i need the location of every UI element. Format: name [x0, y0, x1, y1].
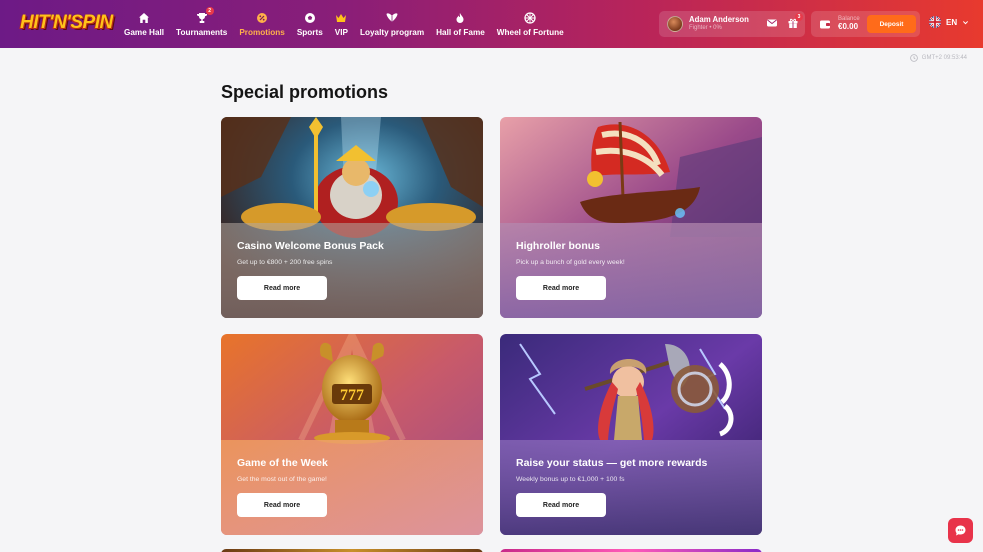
nav-item-loyalty[interactable]: Loyalty program: [354, 0, 430, 48]
promo-card-game-of-week[interactable]: 777 Game of the Week Get the most out of…: [221, 334, 483, 535]
promo-card-welcome[interactable]: Casino Welcome Bonus Pack Get up to €800…: [221, 117, 483, 318]
promo-title: Raise your status — get more rewards: [516, 457, 708, 469]
nav-item-sports[interactable]: Sports: [291, 0, 329, 48]
wallet-icon: [818, 18, 831, 31]
promo-card-raise-status[interactable]: Raise your status — get more rewards Wee…: [500, 334, 762, 535]
ball-icon: [304, 11, 316, 25]
user-profile[interactable]: Adam Anderson Fighter • 0% 3: [659, 11, 805, 37]
home-icon: [138, 11, 150, 25]
promo-title: Game of the Week: [237, 457, 328, 469]
live-chat-button[interactable]: [948, 518, 973, 543]
read-more-button[interactable]: Read more: [237, 276, 327, 300]
language-code: EN: [946, 17, 958, 27]
nav-label: Loyalty program: [359, 28, 425, 37]
promo-subtitle: Weekly bonus up to €1,000 + 100 fs: [516, 476, 625, 483]
nav-label: Tournaments: [176, 28, 228, 37]
nav-label: Promotions: [239, 28, 285, 37]
trophy-icon: 2: [196, 7, 214, 25]
user-rank: Fighter • 0%: [689, 25, 722, 32]
promo-title: Highroller bonus: [516, 240, 600, 252]
nav-item-promotions[interactable]: Promotions: [233, 0, 291, 48]
read-more-button[interactable]: Read more: [516, 493, 606, 517]
nav-label: Wheel of Fortune: [496, 28, 564, 37]
nav-label: VIP: [334, 28, 348, 37]
top-header: HIT'N'SPIN Game Hall 2 Tournaments Promo…: [0, 0, 983, 48]
svg-text:777: 777: [340, 387, 364, 404]
page-title: Special promotions: [221, 82, 389, 102]
gift-icon[interactable]: 3: [786, 13, 803, 30]
promo-icon: [256, 11, 268, 25]
chevron-down-icon: [962, 19, 969, 26]
server-clock: GMT+2 09:53:44: [909, 54, 967, 62]
avatar[interactable]: [667, 16, 683, 32]
balance-widget: Balance €0.00 Deposit: [811, 11, 920, 37]
user-name: Adam Anderson: [689, 15, 749, 25]
chat-icon: [955, 525, 966, 536]
promo-subtitle: Pick up a bunch of gold every week!: [516, 259, 625, 266]
promo-title: Casino Welcome Bonus Pack: [237, 240, 384, 252]
wheel-icon: [524, 11, 536, 25]
nav-label: Game Hall: [124, 28, 165, 37]
nav-item-game-hall[interactable]: Game Hall: [118, 0, 170, 48]
clock-text: GMT+2 09:53:44: [921, 55, 967, 61]
promo-subtitle: Get the most out of the game!: [237, 476, 327, 483]
nav-item-wheel-of-fortune[interactable]: Wheel of Fortune: [491, 0, 570, 48]
deposit-button[interactable]: Deposit: [867, 15, 916, 33]
clock-icon: [909, 54, 918, 62]
nav-item-tournaments[interactable]: 2 Tournaments: [170, 0, 233, 48]
read-more-button[interactable]: Read more: [516, 276, 606, 300]
nav-item-hall-of-fame[interactable]: Hall of Fame: [430, 0, 491, 48]
promo-subtitle: Get up to €800 + 200 free spins: [237, 259, 333, 266]
gift-badge: 3: [795, 13, 803, 21]
site-logo[interactable]: HIT'N'SPIN: [20, 10, 113, 36]
nav-label: Hall of Fame: [436, 28, 485, 37]
nav-label: Sports: [296, 28, 323, 37]
flame-icon: [454, 11, 466, 25]
uk-flag-icon: [929, 16, 941, 28]
language-selector[interactable]: EN: [929, 16, 969, 28]
mail-icon[interactable]: [765, 16, 778, 30]
nav-item-vip[interactable]: VIP: [329, 0, 354, 48]
read-more-button[interactable]: Read more: [237, 493, 327, 517]
crown-icon: [335, 11, 347, 25]
promo-card-highroller[interactable]: Highroller bonus Pick up a bunch of gold…: [500, 117, 762, 318]
balance-value: €0.00: [838, 21, 859, 31]
wings-icon: [386, 11, 398, 25]
tournaments-badge: 2: [205, 7, 214, 15]
main-nav: Game Hall 2 Tournaments Promotions Sport…: [118, 0, 570, 48]
